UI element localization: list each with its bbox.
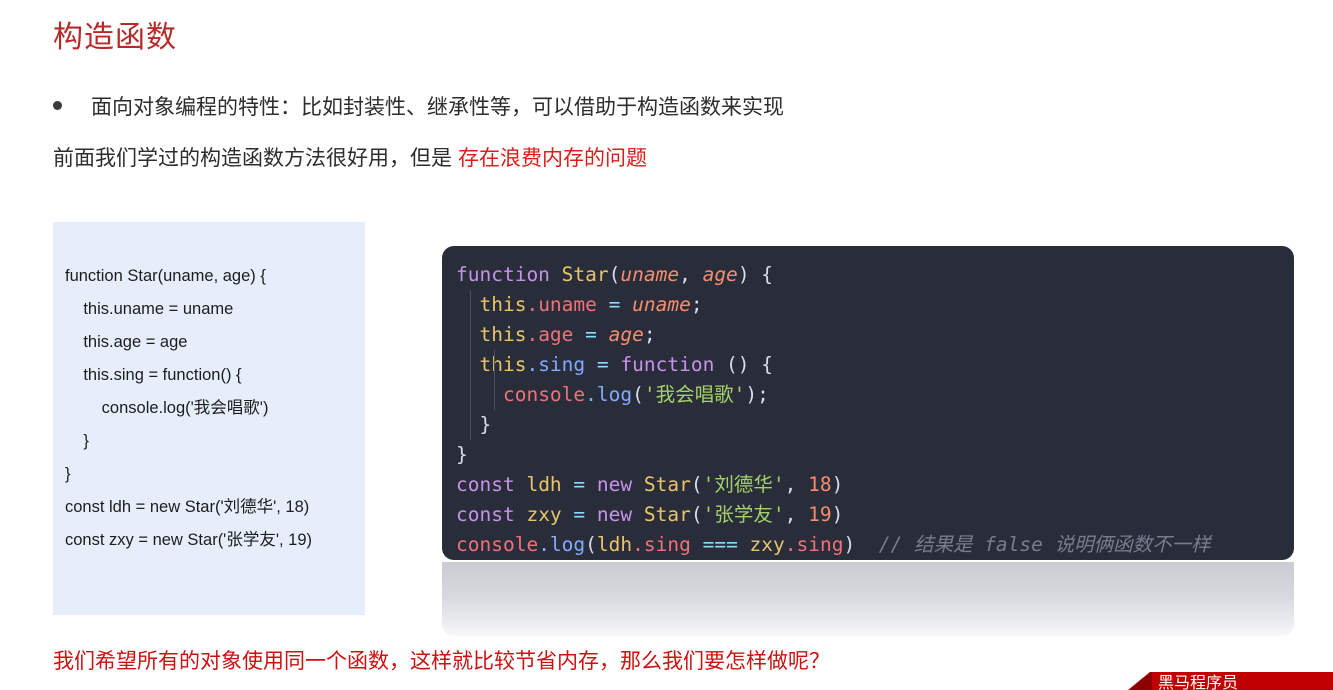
token-keyword-function: function xyxy=(456,263,550,286)
token-keyword-new-1: new xyxy=(596,473,633,496)
page-title: 构造函数 xyxy=(53,21,177,54)
dark-code-line: console.log(ldh.sing === zxy.sing) // 结果… xyxy=(456,533,1211,556)
token-prop-sing: .sing xyxy=(526,353,586,376)
plain-code-line: console.log('我会唱歌') xyxy=(65,399,269,417)
token-this: this xyxy=(479,323,527,346)
bullet-line: 面向对象编程的特性：比如封装性、继承性等，可以借助于构造函数来实现 xyxy=(53,93,784,123)
token-prop-sing-ldh: .sing xyxy=(632,533,691,556)
plain-code-panel: function Star(uname, age) { this.uname =… xyxy=(53,222,365,615)
sub-line: 前面我们学过的构造函数方法很好用，但是 存在浪费内存的问题 xyxy=(53,144,647,174)
code-panel-reflection: console.log(ldh.sing === zxy.sing) // 结果… xyxy=(442,562,1294,636)
dark-code-line: const zxy = new Star('张学友', 19) xyxy=(456,503,844,526)
token-var-zxy-2: zxy xyxy=(749,533,785,556)
token-console-2: console xyxy=(456,533,539,556)
dark-code-line: } xyxy=(456,413,492,436)
token-string-song: '我会唱歌' xyxy=(643,383,746,406)
plain-code-line: const zxy = new Star('张学友', 19) xyxy=(65,531,313,549)
sub-line-normal: 前面我们学过的构造函数方法很好用，但是 xyxy=(53,147,452,170)
dark-code-line: this.sing = function () { xyxy=(479,353,774,376)
dark-code-line: this.age = age; xyxy=(479,323,656,346)
bullet-dot-icon xyxy=(53,101,62,110)
token-string-ldh: '刘德华' xyxy=(702,473,785,496)
bullet-text: 面向对象编程的特性：比如封装性、继承性等，可以借助于构造函数来实现 xyxy=(91,96,784,119)
token-keyword-new-2: new xyxy=(596,503,633,526)
token-comment: // 结果是 false 说明俩函数不一样 xyxy=(878,533,1211,556)
dark-code-line: const ldh = new Star('刘德华', 18) xyxy=(456,473,844,496)
plain-code-line: this.sing = function() { xyxy=(65,366,242,384)
token-prop-sing-zxy: .sing xyxy=(784,533,844,556)
token-value-uname: uname xyxy=(632,293,691,316)
dark-code-line: console.log('我会唱歌'); xyxy=(502,383,769,406)
sub-line-emphasis: 存在浪费内存的问题 xyxy=(458,147,647,170)
token-keyword-const-1: const xyxy=(456,473,515,496)
plain-code-line: } xyxy=(65,465,71,483)
token-param-age: age xyxy=(702,263,738,286)
plain-code-line: this.uname = uname xyxy=(65,300,234,318)
plain-code-line: this.age = age xyxy=(65,333,188,351)
token-var-ldh-2: ldh xyxy=(596,533,633,556)
token-value-age: age xyxy=(608,323,644,346)
corner-banner: 黑马程序员 xyxy=(1128,672,1333,690)
dark-code-panel: function Star(uname, age) { this.uname =… xyxy=(442,246,1294,560)
token-object-console: console xyxy=(502,383,586,406)
token-this: this xyxy=(479,293,527,316)
dark-code-line: function Star(uname, age) { xyxy=(456,263,774,286)
corner-banner-notch xyxy=(1128,672,1152,690)
plain-code-line: } xyxy=(65,432,89,450)
token-this: this xyxy=(479,353,527,376)
token-prop-uname: .uname xyxy=(526,293,597,316)
token-keyword-function-2: function xyxy=(620,353,715,376)
token-var-zxy: zxy xyxy=(526,503,562,526)
plain-code-line: const ldh = new Star('刘德华', 18) xyxy=(65,498,310,516)
indent-guide xyxy=(494,350,495,410)
token-identifier-star: Star xyxy=(561,263,609,286)
corner-banner-label: 黑马程序员 xyxy=(1158,675,1239,690)
plain-code-list: function Star(uname, age) { this.uname =… xyxy=(53,222,365,557)
token-log-2: .log xyxy=(538,533,586,556)
bottom-question-text: 我们希望所有的对象使用同一个函数，这样就比较节省内存，那么我们要怎样做呢？ xyxy=(53,650,830,673)
token-param-uname: uname xyxy=(620,263,680,286)
dark-code-line: this.uname = uname; xyxy=(479,293,703,316)
token-num-18: 18 xyxy=(808,473,832,496)
token-var-ldh: ldh xyxy=(526,473,562,496)
token-star-call-2: Star xyxy=(643,503,691,526)
indent-guide xyxy=(470,290,471,440)
token-string-zxy: '张学友' xyxy=(702,503,785,526)
plain-code-line: function Star(uname, age) { xyxy=(65,267,266,285)
token-prop-age: .age xyxy=(526,323,574,346)
dark-code-lines: function Star(uname, age) { this.uname =… xyxy=(442,246,1294,560)
token-keyword-const-2: const xyxy=(456,503,515,526)
dark-code-line: } xyxy=(456,443,468,466)
token-num-19: 19 xyxy=(808,503,832,526)
token-method-log: .log xyxy=(585,383,633,406)
token-star-call-1: Star xyxy=(643,473,691,496)
